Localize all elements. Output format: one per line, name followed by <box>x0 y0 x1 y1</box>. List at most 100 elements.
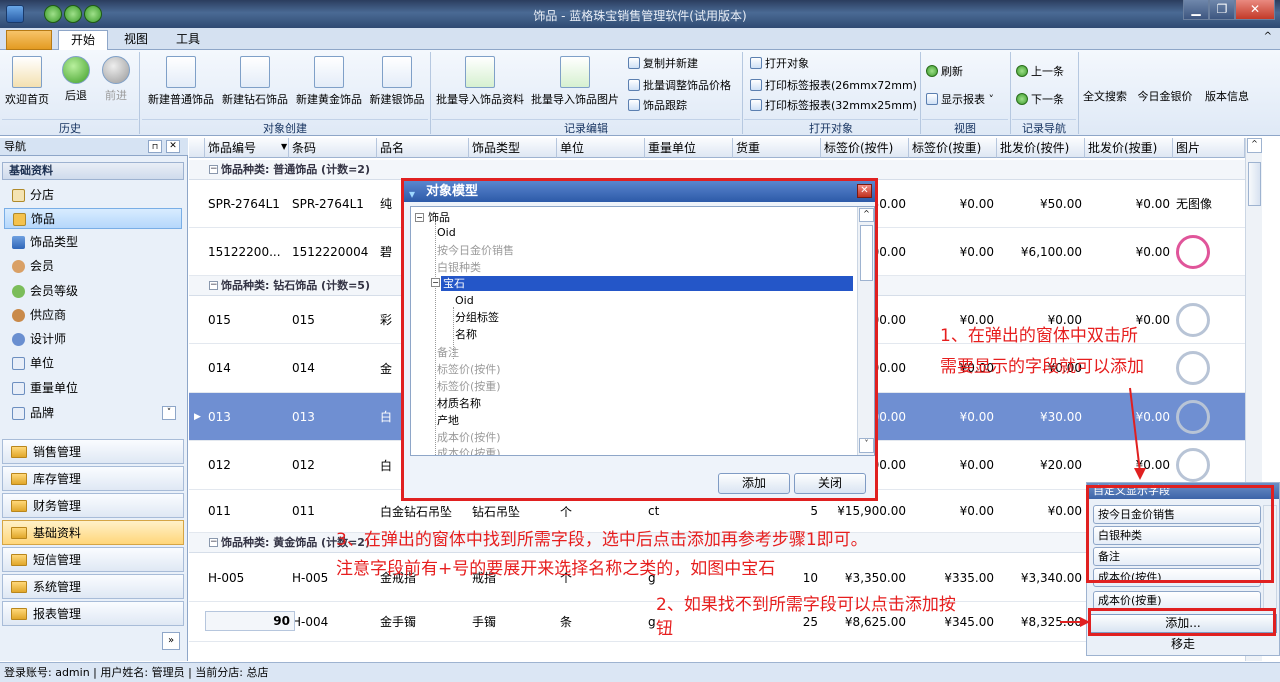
nav-item-branch[interactable]: 分店 <box>4 185 182 206</box>
module-inventory[interactable]: 库存管理 <box>2 466 184 491</box>
show-report-button[interactable]: 显示报表 ˅ <box>926 90 994 110</box>
cell-name[interactable]: 金手镯 <box>377 602 469 641</box>
nav-item-unit[interactable]: 单位 <box>4 353 182 374</box>
cell-id[interactable]: 014 <box>205 344 289 392</box>
collapse-icon[interactable]: − <box>209 538 218 547</box>
home-button[interactable]: 欢迎首页 <box>4 52 50 106</box>
col-header[interactable]: 图片 <box>1173 138 1245 158</box>
cell-code[interactable]: 013 <box>289 393 377 440</box>
new-normal-button[interactable]: 新建普通饰品 <box>144 52 218 106</box>
tree-node[interactable]: 成本价(按重) <box>437 446 501 455</box>
cell-tagw[interactable]: ¥0.00 <box>909 228 997 275</box>
scroll-up-icon[interactable]: ^ <box>859 208 874 222</box>
module-sales[interactable]: 销售管理 <box>2 439 184 464</box>
next-record-button[interactable]: 下一条 <box>1016 90 1064 110</box>
pin-icon[interactable]: ⊓ <box>148 140 162 153</box>
tree-node[interactable]: 产地 <box>437 413 459 428</box>
tree-node-gem[interactable]: 宝石 <box>441 276 853 291</box>
nav-item-designer[interactable]: 设计师 <box>4 329 182 350</box>
nav-section-basic[interactable]: 基础资料 <box>2 162 184 180</box>
tab-start[interactable]: 开始 <box>58 30 109 50</box>
cell-id[interactable]: 15122200... <box>205 228 289 275</box>
copy-new-button[interactable]: 复制并新建 <box>628 54 698 74</box>
col-header[interactable]: 批发价(按件) <box>997 138 1085 158</box>
dialog-close-button[interactable]: 关闭 <box>794 473 866 494</box>
col-header[interactable]: 饰品编号 <box>205 138 289 158</box>
col-header[interactable]: 饰品类型 <box>469 138 557 158</box>
col-header[interactable]: 批发价(按重) <box>1085 138 1173 158</box>
minimize-button[interactable]: ▁ <box>1183 0 1209 20</box>
tree-node[interactable]: Oid <box>437 225 456 240</box>
cell-type[interactable]: 手镯 <box>469 602 557 641</box>
col-header[interactable]: 品名 <box>377 138 469 158</box>
new-gold-button[interactable]: 新建黄金饰品 <box>292 52 366 106</box>
tab-tools[interactable]: 工具 <box>164 30 212 50</box>
dialog-add-button[interactable]: 添加 <box>718 473 790 494</box>
tree-node[interactable]: 分组标签 <box>455 310 499 325</box>
tree-node[interactable]: 按今日金价销售 <box>437 243 514 258</box>
nav-item-weight-unit[interactable]: 重量单位 <box>4 378 182 399</box>
col-header[interactable]: 货重 <box>733 138 821 158</box>
prev-record-button[interactable]: 上一条 <box>1016 62 1064 82</box>
nav-item-jewelry-type[interactable]: 饰品类型 <box>4 232 182 253</box>
cell-tagw[interactable]: ¥0.00 <box>909 490 997 532</box>
tree-node[interactable]: 名称 <box>455 327 477 342</box>
cell-img[interactable] <box>1173 344 1245 392</box>
object-tree[interactable]: − 饰品 Oid 按今日金价销售 白银种类 − 宝石 Oid 分组标签 名称 备… <box>410 206 875 456</box>
restore-button[interactable]: ❐ <box>1209 0 1235 20</box>
col-header[interactable]: 标签价(按重) <box>909 138 997 158</box>
new-diamond-button[interactable]: 新建钻石饰品 <box>218 52 292 106</box>
track-button[interactable]: 饰品跟踪 <box>628 96 687 116</box>
tree-node[interactable]: 白银种类 <box>437 260 481 275</box>
tree-node[interactable]: 成本价(按件) <box>437 430 501 445</box>
col-header[interactable]: 单位 <box>557 138 645 158</box>
cell-code[interactable]: 015 <box>289 296 377 343</box>
tree-collapse-icon[interactable]: − <box>415 213 424 222</box>
scroll-down-icon[interactable]: ˅ <box>859 438 874 453</box>
group-row-normal[interactable]: − 饰品种类: 普通饰品 (计数=2) <box>189 160 1262 180</box>
nav-item-jewelry[interactable]: 饰品 <box>4 208 182 229</box>
batch-image-button[interactable]: 批量导入饰品图片 <box>528 52 622 106</box>
cell-id[interactable]: SPR-2764L1 <box>205 180 289 227</box>
cell-tagw[interactable]: ¥0.00 <box>909 441 997 489</box>
scroll-down-icon[interactable]: ˅ <box>162 406 176 420</box>
nav-item-supplier[interactable]: 供应商 <box>4 305 182 326</box>
module-sms[interactable]: 短信管理 <box>2 547 184 572</box>
tree-scrollbar[interactable]: ^ ˅ <box>857 207 874 455</box>
cell-code[interactable]: 012 <box>289 441 377 489</box>
back-button[interactable]: 后退 <box>58 52 94 102</box>
cell-code[interactable]: H-004 <box>289 602 377 641</box>
version-info-button[interactable]: 版本信息 <box>1200 90 1254 103</box>
close-icon[interactable]: ✕ <box>166 140 180 153</box>
cell-id[interactable]: 012 <box>205 441 289 489</box>
col-header[interactable]: 条码 <box>289 138 377 158</box>
cell-tagw[interactable]: ¥0.00 <box>909 393 997 440</box>
nav-item-member-level[interactable]: 会员等级 <box>4 281 182 302</box>
cell-code[interactable]: 1512220004 <box>289 228 377 275</box>
collapse-icon[interactable]: − <box>209 281 218 290</box>
cell-img[interactable] <box>1173 296 1245 343</box>
tab-view[interactable]: 视图 <box>112 30 160 50</box>
scroll-thumb[interactable] <box>860 225 873 281</box>
tree-node[interactable]: 标签价(按重) <box>437 379 501 394</box>
cell-wholew[interactable]: ¥0.00 <box>1085 180 1173 227</box>
forward-button[interactable]: 前进 <box>98 52 134 102</box>
module-finance[interactable]: 财务管理 <box>2 493 184 518</box>
expand-more-icon[interactable]: » <box>162 632 180 650</box>
tree-node[interactable]: 备注 <box>437 345 459 360</box>
tree-node[interactable]: Oid <box>455 293 474 308</box>
tree-node[interactable]: 标签价(按件) <box>437 362 501 377</box>
cell-img[interactable] <box>1173 393 1245 440</box>
cell-img[interactable] <box>1173 228 1245 275</box>
fulltext-search-button[interactable]: 全文搜索 <box>1080 90 1130 103</box>
gold-price-button[interactable]: 今日金银价 <box>1134 90 1196 103</box>
cell-code[interactable]: 014 <box>289 344 377 392</box>
custom-fields-remove-button[interactable]: 移走 <box>1089 636 1277 655</box>
cell-id[interactable]: 015 <box>205 296 289 343</box>
close-button[interactable]: ✕ <box>1235 0 1275 20</box>
cell-code[interactable]: 011 <box>289 490 377 532</box>
print-label-26-button[interactable]: 打印标签报表(26mmx72mm) <box>750 76 917 96</box>
tree-node[interactable]: 材质名称 <box>437 396 481 411</box>
nav-item-member[interactable]: 会员 <box>4 256 182 277</box>
cell-id[interactable]: 011 <box>205 490 289 532</box>
